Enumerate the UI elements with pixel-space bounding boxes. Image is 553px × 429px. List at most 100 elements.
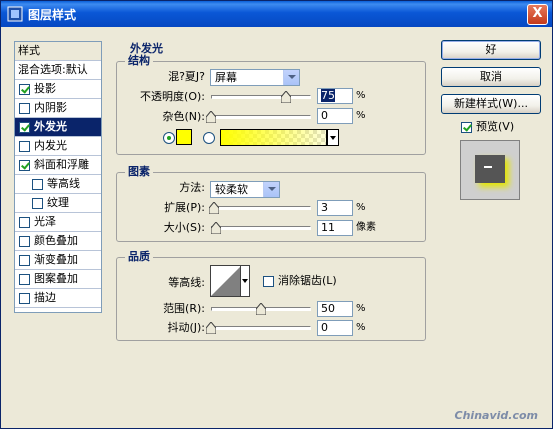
spread-unit: % xyxy=(356,202,366,213)
photoshop-app-icon xyxy=(7,6,23,22)
style-checkbox[interactable] xyxy=(19,84,30,95)
watermark: Chinavid.com xyxy=(454,409,538,422)
method-label: 方法: xyxy=(179,181,205,194)
style-item-label: 渐变叠加 xyxy=(34,253,78,266)
style-checkbox[interactable] xyxy=(32,198,43,209)
opacity-slider[interactable] xyxy=(211,91,311,103)
style-checkbox[interactable] xyxy=(19,122,30,133)
noise-input[interactable]: 0 xyxy=(317,108,353,124)
style-item[interactable]: 内阴影 xyxy=(15,99,101,118)
style-item[interactable]: 内发光 xyxy=(15,137,101,156)
chevron-down-icon[interactable] xyxy=(283,70,299,85)
style-item-label: 图案叠加 xyxy=(34,272,78,285)
solid-color-radio[interactable] xyxy=(163,132,175,144)
preview-label: 预览(V) xyxy=(476,120,515,133)
style-item[interactable]: 渐变叠加 xyxy=(15,251,101,270)
style-checkbox[interactable] xyxy=(19,217,30,228)
style-item[interactable]: 等高线 xyxy=(15,175,101,194)
preview-thumbnail xyxy=(460,140,520,200)
new-style-button[interactable]: 新建样式(W)... xyxy=(441,94,541,114)
slider-thumb[interactable] xyxy=(256,303,266,315)
style-item[interactable]: 纹理 xyxy=(15,194,101,213)
close-button[interactable]: X xyxy=(527,4,548,25)
range-unit: % xyxy=(356,303,366,314)
gradient-dropdown[interactable] xyxy=(327,129,339,146)
range-slider[interactable] xyxy=(211,303,311,315)
opacity-input[interactable]: 75 xyxy=(317,88,353,104)
glow-color-swatch[interactable] xyxy=(176,129,192,145)
contour-label: 等高线: xyxy=(168,276,205,289)
chevron-down-icon[interactable] xyxy=(263,182,279,197)
spread-label: 扩展(P): xyxy=(164,201,205,214)
styles-header[interactable]: 样式 xyxy=(15,42,101,61)
blend-options-item[interactable]: 混合选项:默认 xyxy=(15,61,101,80)
style-item-label: 描边 xyxy=(34,291,56,304)
blend-mode-select[interactable]: 屏幕 xyxy=(210,69,300,86)
style-checkbox[interactable] xyxy=(19,255,30,266)
style-item-label: 内发光 xyxy=(34,139,67,152)
size-slider[interactable] xyxy=(210,222,311,234)
jitter-label: 抖动(J): xyxy=(167,321,205,334)
style-checkbox[interactable] xyxy=(19,141,30,152)
preview-highlight xyxy=(484,166,492,168)
chevron-down-icon xyxy=(242,279,248,283)
slider-thumb[interactable] xyxy=(210,222,221,234)
style-item-label: 等高线 xyxy=(47,177,80,190)
size-label: 大小(S): xyxy=(163,221,205,234)
spread-slider[interactable] xyxy=(209,202,311,214)
style-item[interactable]: 图案叠加 xyxy=(15,270,101,289)
preview-checkbox[interactable] xyxy=(461,122,472,133)
styles-list: 样式 混合选项:默认 投影内阴影外发光内发光斜面和浮雕等高线纹理光泽颜色叠加渐变… xyxy=(14,41,102,313)
method-select[interactable]: 较柔软 xyxy=(210,181,280,198)
blend-mode-value: 屏幕 xyxy=(215,71,237,84)
contour-picker[interactable] xyxy=(210,265,250,297)
layer-style-dialog: 图层样式 X 样式 混合选项:默认 投影内阴影外发光内发光斜面和浮雕等高线纹理光… xyxy=(0,0,553,429)
style-checkbox[interactable] xyxy=(19,236,30,247)
slider-thumb[interactable] xyxy=(206,322,216,334)
style-item-label: 外发光 xyxy=(34,120,67,133)
style-item[interactable]: 描边 xyxy=(15,289,101,308)
antialias-checkbox[interactable] xyxy=(263,276,274,287)
style-item-label: 纹理 xyxy=(47,196,69,209)
spread-input[interactable]: 3 xyxy=(317,200,353,216)
size-unit: 像素 xyxy=(356,222,376,233)
style-checkbox[interactable] xyxy=(19,293,30,304)
title-bar[interactable]: 图层样式 X xyxy=(1,1,552,27)
ok-button[interactable]: 好 xyxy=(441,40,541,60)
style-item[interactable]: 投影 xyxy=(15,80,101,99)
slider-track xyxy=(211,95,311,99)
style-item-label: 投影 xyxy=(34,82,56,95)
contour-curve-icon xyxy=(211,266,241,296)
method-value: 较柔软 xyxy=(215,183,248,196)
style-item-label: 颜色叠加 xyxy=(34,234,78,247)
style-item[interactable]: 光泽 xyxy=(15,213,101,232)
range-input[interactable]: 50 xyxy=(317,301,353,317)
style-checkbox[interactable] xyxy=(19,274,30,285)
style-item-label: 内阴影 xyxy=(34,101,67,114)
slider-thumb[interactable] xyxy=(206,111,216,123)
jitter-slider[interactable] xyxy=(206,322,311,334)
contour-dropdown[interactable] xyxy=(240,266,249,296)
noise-slider[interactable] xyxy=(206,111,311,123)
window-title: 图层样式 xyxy=(28,8,77,22)
style-item-label: 光泽 xyxy=(34,215,56,228)
slider-track xyxy=(211,326,311,330)
gradient-radio[interactable] xyxy=(203,132,215,144)
style-item[interactable]: 颜色叠加 xyxy=(15,232,101,251)
glow-gradient-swatch[interactable] xyxy=(220,129,327,146)
slider-thumb[interactable] xyxy=(209,202,219,214)
style-checkbox[interactable] xyxy=(19,103,30,114)
style-item[interactable]: 斜面和浮雕 xyxy=(15,156,101,175)
style-item[interactable]: 外发光 xyxy=(15,118,101,137)
slider-thumb[interactable] xyxy=(281,91,291,103)
jitter-input[interactable]: 0 xyxy=(317,320,353,336)
jitter-unit: % xyxy=(356,322,366,333)
cancel-button[interactable]: 取消 xyxy=(441,67,541,87)
structure-title: 结构 xyxy=(125,54,153,68)
chevron-down-icon xyxy=(330,136,336,140)
style-checkbox[interactable] xyxy=(32,179,43,190)
quality-title: 品质 xyxy=(125,250,153,264)
style-checkbox[interactable] xyxy=(19,160,30,171)
blend-mode-label: 混?夏J? xyxy=(168,70,205,83)
size-input[interactable]: 11 xyxy=(317,220,353,236)
